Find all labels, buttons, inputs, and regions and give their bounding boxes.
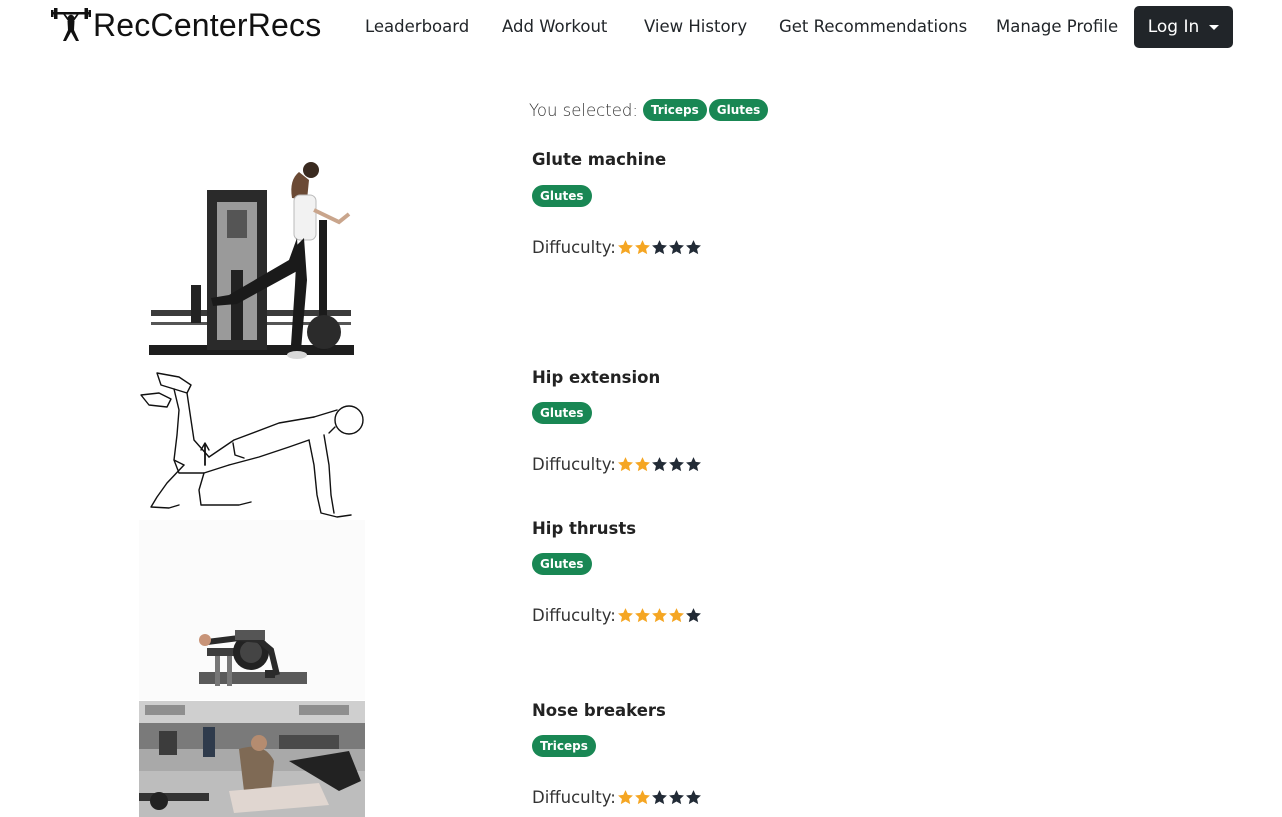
- exercise-tag: Glutes: [532, 553, 592, 575]
- star-filled-icon: [634, 608, 650, 623]
- selection-summary: You selected: Triceps Glutes: [529, 99, 770, 121]
- selected-tag-glutes: Glutes: [708, 99, 769, 121]
- nav-link-get-recommendations[interactable]: Get Recommendations: [779, 17, 967, 36]
- selected-tag-triceps: Triceps: [642, 99, 707, 121]
- star-rating: [617, 789, 702, 806]
- star-empty-icon: [685, 457, 701, 472]
- star-filled-icon: [634, 790, 650, 805]
- difficulty-label: Diffuculty:: [532, 606, 616, 625]
- exercise-image-hip-thrusts: [139, 520, 365, 700]
- navbar: RecCenterRecs Leaderboard Add Workout Vi…: [0, 0, 1282, 58]
- star-empty-icon: [685, 790, 701, 805]
- exercise-image-glute-machine: [139, 150, 365, 365]
- star-empty-icon: [685, 608, 701, 623]
- nav-link-view-history[interactable]: View History: [644, 17, 747, 36]
- exercise-tag: Triceps: [532, 735, 596, 757]
- nav-link-add-workout[interactable]: Add Workout: [502, 17, 607, 36]
- star-filled-icon: [617, 608, 633, 623]
- selection-label: You selected:: [529, 100, 638, 120]
- star-filled-icon: [617, 240, 633, 255]
- star-empty-icon: [651, 790, 667, 805]
- nav-link-manage-profile[interactable]: Manage Profile: [996, 17, 1118, 36]
- exercise-image-hip-extension: [139, 365, 365, 520]
- star-empty-icon: [651, 457, 667, 472]
- star-rating: [617, 456, 702, 473]
- difficulty-rating: Diffuculty:: [532, 606, 702, 625]
- caret-down-icon: [1209, 24, 1220, 30]
- star-rating: [617, 607, 702, 624]
- star-filled-icon: [668, 608, 684, 623]
- brand-name: RecCenterRecs: [93, 6, 322, 43]
- star-filled-icon: [617, 790, 633, 805]
- star-rating: [617, 239, 702, 256]
- nav-link-leaderboard[interactable]: Leaderboard: [365, 17, 469, 36]
- difficulty-label: Diffuculty:: [532, 788, 616, 807]
- star-filled-icon: [651, 608, 667, 623]
- brand[interactable]: RecCenterRecs: [51, 5, 321, 45]
- star-filled-icon: [634, 240, 650, 255]
- exercise-image-nose-breakers: [139, 701, 365, 817]
- star-filled-icon: [634, 457, 650, 472]
- difficulty-label: Diffuculty:: [532, 455, 616, 474]
- star-empty-icon: [668, 790, 684, 805]
- star-empty-icon: [668, 457, 684, 472]
- weightlifter-icon: [51, 8, 91, 41]
- exercise-title: Glute machine: [532, 150, 667, 169]
- star-empty-icon: [685, 240, 701, 255]
- exercise-title: Hip extension: [532, 368, 661, 387]
- difficulty-rating: Diffuculty:: [532, 788, 702, 807]
- exercise-title: Nose breakers: [532, 701, 666, 720]
- exercise-tag: Glutes: [532, 402, 592, 424]
- login-dropdown-button[interactable]: Log In: [1134, 6, 1233, 48]
- difficulty-label: Diffuculty:: [532, 238, 616, 257]
- exercise-title: Hip thrusts: [532, 519, 637, 538]
- star-empty-icon: [668, 240, 684, 255]
- difficulty-rating: Diffuculty:: [532, 238, 702, 257]
- login-label: Log In: [1147, 17, 1200, 37]
- exercise-tag: Glutes: [532, 185, 592, 207]
- star-empty-icon: [651, 240, 667, 255]
- star-filled-icon: [617, 457, 633, 472]
- difficulty-rating: Diffuculty:: [532, 455, 702, 474]
